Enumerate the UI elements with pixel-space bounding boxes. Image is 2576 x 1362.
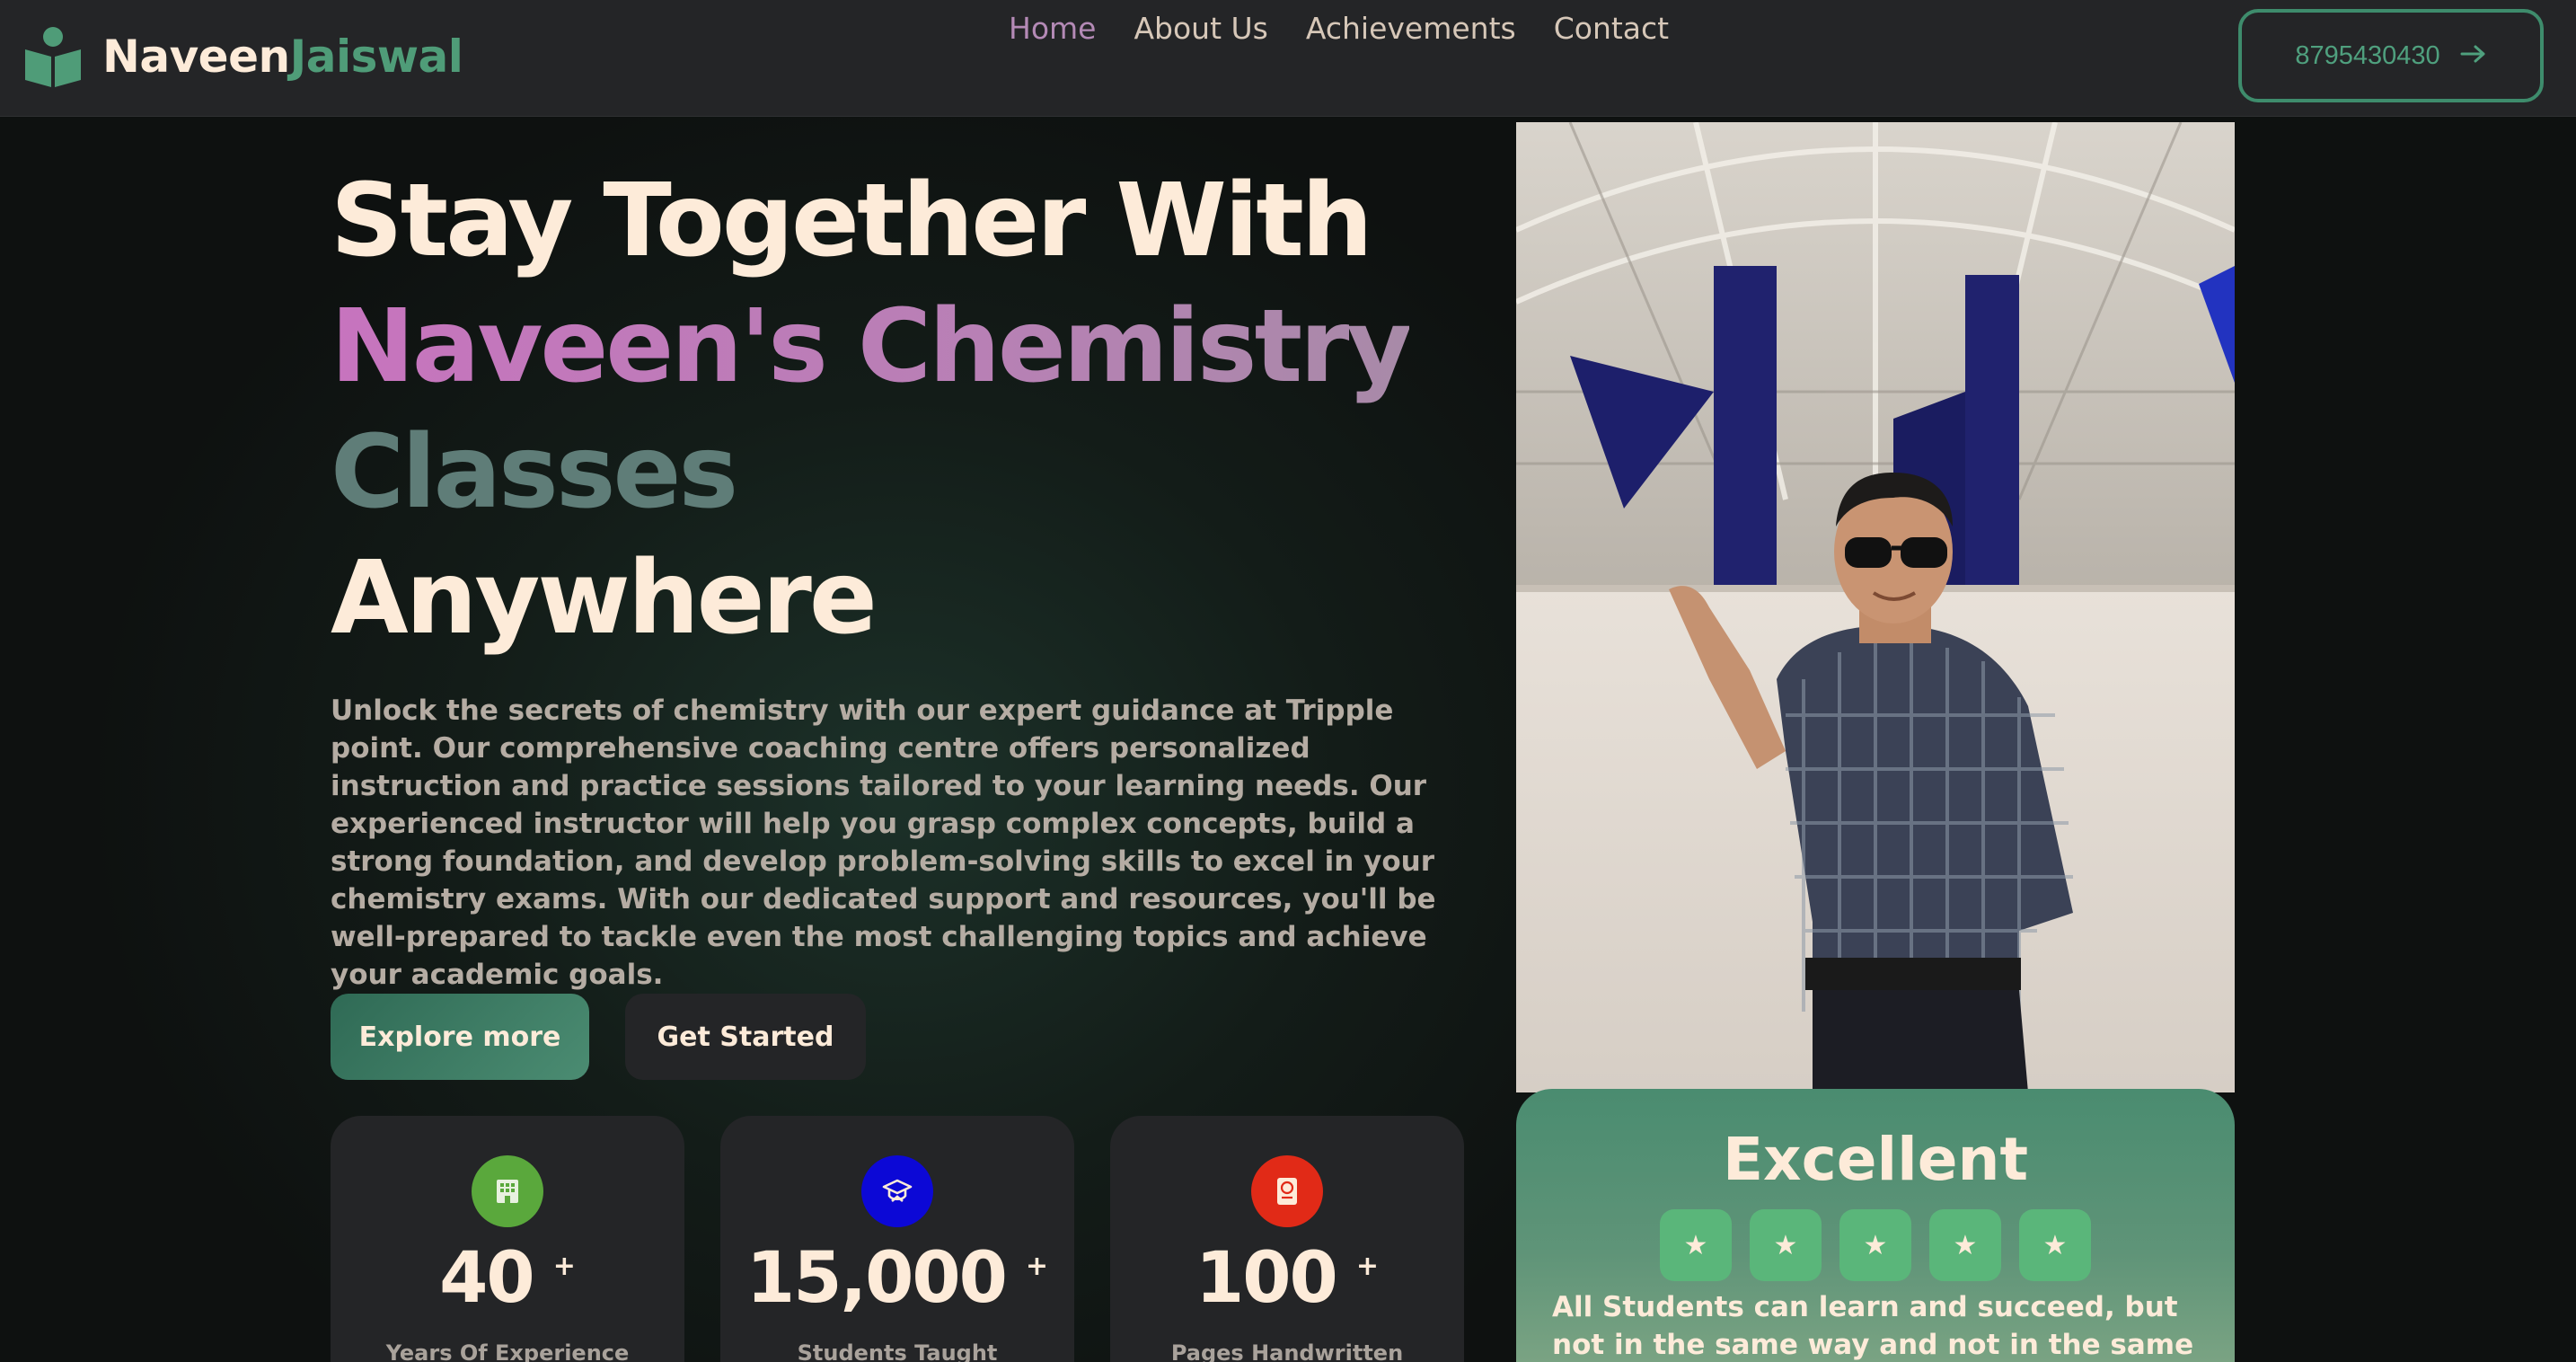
star-icon: ★ <box>1929 1209 2001 1281</box>
nav-link-about[interactable]: About Us <box>1133 11 1268 46</box>
book-icon <box>1251 1155 1323 1227</box>
stat-suffix: + <box>552 1251 576 1282</box>
star-icon: ★ <box>1660 1209 1732 1281</box>
arrow-right-icon <box>2460 41 2487 71</box>
building-icon <box>472 1155 543 1227</box>
nav-link-home[interactable]: Home <box>1008 11 1097 46</box>
stat-label: Students Taught <box>797 1340 998 1362</box>
star-rating: ★ ★ ★ ★ ★ <box>1660 1209 2091 1281</box>
nav-link-contact[interactable]: Contact <box>1553 11 1670 46</box>
get-started-button[interactable]: Get Started <box>625 994 866 1080</box>
stat-number: 100 <box>1195 1238 1338 1319</box>
top-navbar: NaveenJaiswal Home About Us Achievements… <box>0 0 2576 117</box>
stat-value: 40 + <box>331 1238 684 1319</box>
stat-suffix: + <box>1355 1251 1379 1282</box>
stat-number: 40 <box>439 1238 535 1319</box>
phone-button[interactable]: 8795430430 <box>2238 9 2544 102</box>
review-title: Excellent <box>1722 1125 2029 1194</box>
stat-value: 15,000 + <box>720 1238 1074 1319</box>
stat-card-students: 15,000 + Students Taught <box>720 1116 1074 1362</box>
hero-headline: Stay Together With Naveen's Chemistry Cl… <box>331 158 1412 661</box>
stat-value: 100 + <box>1110 1238 1464 1319</box>
stat-card-experience: 40 + Years Of Experience <box>331 1116 684 1362</box>
headline-line-3: Classes <box>331 414 738 531</box>
review-card: Excellent ★ ★ ★ ★ ★ All Students can lea… <box>1516 1089 2235 1362</box>
star-icon: ★ <box>1839 1209 1911 1281</box>
stat-label: Years Of Experience <box>385 1340 630 1362</box>
headline-line-1: Stay Together With <box>331 163 1373 279</box>
headline-line-4: Anywhere <box>331 540 878 657</box>
brand-first-name: Naveen <box>102 31 290 83</box>
brand-name: NaveenJaiswal <box>102 31 463 83</box>
star-icon: ★ <box>2019 1209 2091 1281</box>
review-quote: All Students can learn and succeed, but … <box>1552 1291 2194 1361</box>
headline-line-2: Naveen's Chemistry <box>331 284 1412 410</box>
graduation-cap-icon <box>861 1155 933 1227</box>
stat-label: Pages Handwritten <box>1170 1340 1404 1362</box>
brand-last-name: Jaiswal <box>289 31 463 83</box>
main-menu: Home About Us Achievements Contact <box>1008 11 1670 46</box>
book-reader-icon <box>23 26 83 87</box>
explore-more-button[interactable]: Explore more <box>331 994 589 1080</box>
phone-number: 8795430430 <box>2295 40 2440 70</box>
stat-card-pages: 100 + Pages Handwritten <box>1110 1116 1464 1362</box>
nav-link-achievements[interactable]: Achievements <box>1305 11 1517 46</box>
stat-suffix: + <box>1025 1251 1049 1282</box>
star-icon: ★ <box>1750 1209 1822 1281</box>
stat-number: 15,000 <box>745 1238 1008 1319</box>
instructor-photo <box>1516 122 2235 1092</box>
brand-logo[interactable]: NaveenJaiswal <box>23 25 463 88</box>
hero-description: Unlock the secrets of chemistry with our… <box>331 694 1436 991</box>
